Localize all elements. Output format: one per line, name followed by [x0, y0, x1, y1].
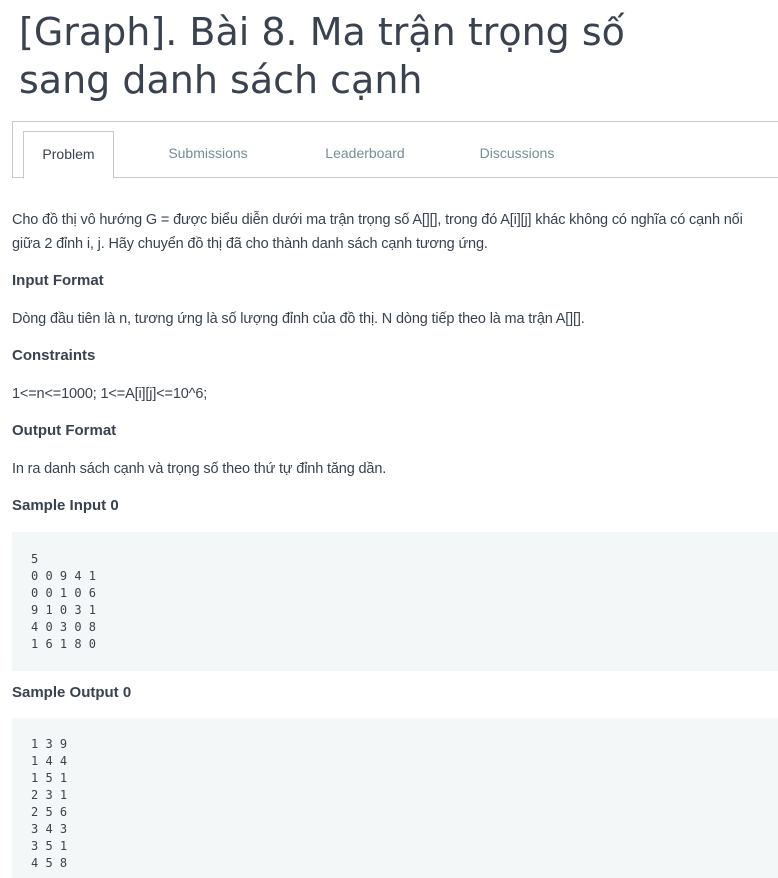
output-format-text: In ra danh sách cạnh và trọng số theo th… [12, 461, 387, 477]
problem-statement: Cho đồ thị vô hướng G = được biểu diễn d… [12, 212, 743, 252]
problem-page: [Graph]. Bài 8. Ma trận trọng số sang da… [0, 0, 778, 878]
tab-discussions[interactable]: Discussions [471, 131, 563, 179]
tab-problem[interactable]: Problem [23, 131, 114, 179]
sample-input-heading: Sample Input 0 [12, 497, 119, 514]
constraints-text: 1<=n<=1000; 1<=A[i][j]<=10^6; [12, 386, 208, 402]
sample-output-block: 1 3 9 1 4 4 1 5 1 2 3 1 2 5 6 3 4 3 3 5 … [12, 718, 778, 878]
tab-leaderboard[interactable]: Leaderboard [315, 131, 415, 179]
sample-input-block: 5 0 0 9 4 1 0 0 1 0 6 9 1 0 3 1 4 0 3 0 … [12, 532, 778, 671]
input-format-heading: Input Format [12, 272, 104, 289]
constraints-heading: Constraints [12, 347, 96, 364]
sample-output-heading: Sample Output 0 [12, 684, 132, 701]
tab-submissions[interactable]: Submissions [161, 131, 255, 179]
tab-bar: Problem Submissions Leaderboard Discussi… [12, 121, 778, 179]
page-title: [Graph]. Bài 8. Ma trận trọng số sang da… [19, 10, 625, 102]
input-format-text: Dòng đầu tiên là n, tương ứng là số lượn… [12, 311, 585, 327]
output-format-heading: Output Format [12, 422, 117, 439]
